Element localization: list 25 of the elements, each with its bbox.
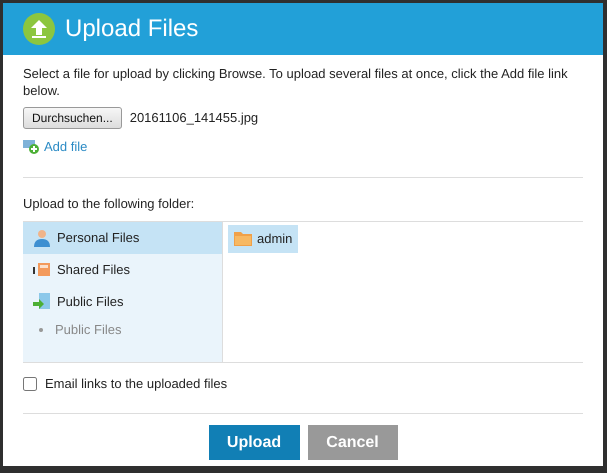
tree-item-label: Public Files xyxy=(57,293,124,312)
tree-item-label: Shared Files xyxy=(57,261,130,280)
folder-label: admin xyxy=(257,230,292,248)
bullet-icon xyxy=(39,328,43,332)
tree-item[interactable]: Shared Files xyxy=(23,254,222,286)
email-checkbox[interactable] xyxy=(23,377,37,391)
dialog-title: Upload Files xyxy=(65,14,198,44)
folder-icon xyxy=(234,231,252,246)
public-folder-icon xyxy=(33,293,51,311)
tree-item[interactable]: Public Files xyxy=(23,286,222,318)
add-file-link[interactable]: Add file xyxy=(44,137,88,156)
email-option-label: Email links to the uploaded files xyxy=(45,375,228,394)
tree-item[interactable]: Personal Files xyxy=(23,222,222,254)
shared-folder-icon xyxy=(33,262,51,278)
browse-button[interactable]: Durchsuchen... xyxy=(23,107,122,129)
folder-label: Upload to the following folder: xyxy=(23,194,196,213)
tree-item-label: Personal Files xyxy=(57,229,140,248)
upload-button[interactable]: Upload xyxy=(208,425,300,460)
person-icon xyxy=(33,229,51,247)
upload-icon xyxy=(23,13,55,45)
tree-item-label: Public Files xyxy=(55,321,122,340)
instructions-text: Select a file for upload by clicking Browse. To upload several files at once, click the Add file link below. xyxy=(23,65,569,99)
add-file-icon xyxy=(23,139,40,154)
file-name: 20161106_141455.jpg xyxy=(130,109,258,128)
folder-item[interactable]: admin xyxy=(228,225,298,252)
